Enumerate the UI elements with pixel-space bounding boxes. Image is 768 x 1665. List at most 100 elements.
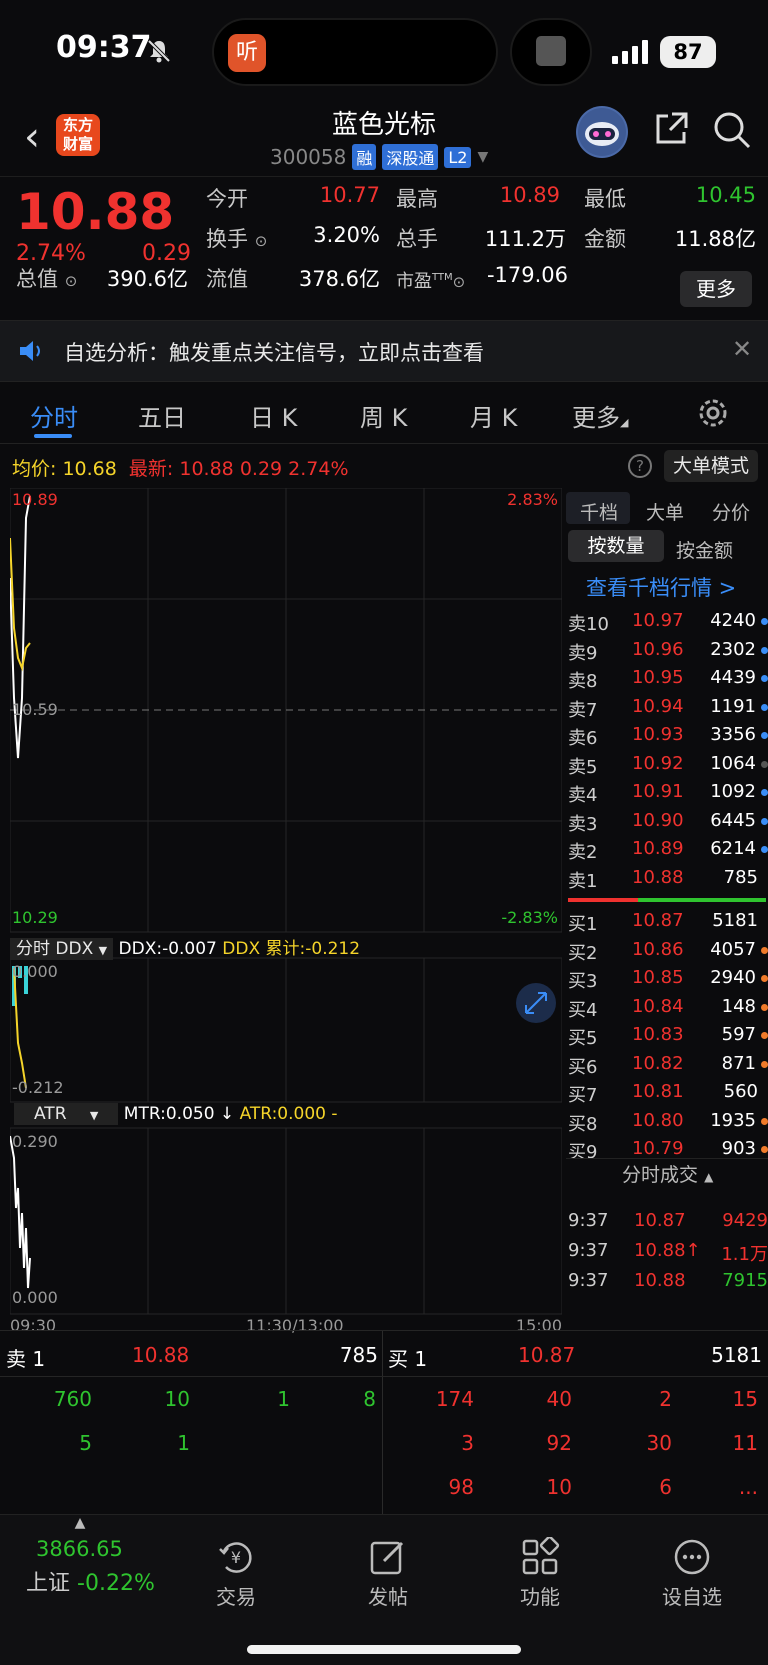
signal-notice-bar[interactable]: 自选分析：触发重点关注信号，立即点击查看 ✕ xyxy=(0,320,768,382)
tab-big-orders[interactable]: 大单 xyxy=(646,498,684,525)
tick-row: 9:37 10.87 9429 xyxy=(568,1206,768,1236)
help-icon[interactable]: ? xyxy=(628,454,652,478)
ask-row[interactable]: 卖1 10.88 785 xyxy=(566,863,768,892)
signal-icon xyxy=(612,40,648,64)
nav-trade[interactable]: ¥ 交易 xyxy=(176,1515,296,1610)
info-icon[interactable]: ⊙ xyxy=(65,272,78,290)
ticks-title[interactable]: 分时成交 ▲ xyxy=(622,1160,713,1187)
queue-order-size: 10 xyxy=(546,1475,572,1499)
nav-functions[interactable]: 功能 xyxy=(480,1515,600,1610)
atr-legend: ATR ▼ MTR:0.050 ↓ ATR:0.000 - xyxy=(14,1103,566,1128)
index-ticker[interactable]: ▲ 3866.65 上证 -0.22% xyxy=(20,1515,170,1596)
ask-price: 10.90 xyxy=(632,809,684,831)
ask-row[interactable]: 卖3 10.90 6445 xyxy=(566,806,768,835)
nav-add-watchlist[interactable]: 设自选 xyxy=(632,1515,752,1610)
media-island[interactable] xyxy=(510,18,592,86)
ask-row[interactable]: 卖8 10.95 4439 xyxy=(566,663,768,692)
dynamic-island[interactable]: 听 xyxy=(212,18,498,86)
intraday-chart[interactable]: 10.89 10.59 10.29 2.83% -2.83% 分时 DDX ▼ … xyxy=(9,487,563,1338)
level1-queue: 卖 1 10.88 785 买 1 10.87 5181 760 10 1 8 5 1 1… xyxy=(0,1330,768,1515)
ask-row[interactable]: 卖2 10.89 6214 xyxy=(566,834,768,863)
caret-up-icon: ▲ xyxy=(74,1515,86,1531)
bid-volume: 2940 xyxy=(710,967,756,988)
big-order-mode-button[interactable]: 大单模式 xyxy=(664,450,758,482)
mcap-label[interactable]: 总值 ⊙ xyxy=(16,263,77,293)
tab-weekly-k[interactable]: 周 K xyxy=(360,398,407,433)
bid1-volume: 5181 xyxy=(711,1343,762,1367)
ask-row[interactable]: 卖5 10.92 1064 xyxy=(566,749,768,778)
volume-label: 总手 xyxy=(396,227,438,251)
info-icon[interactable]: ⊙ xyxy=(453,273,466,291)
bid-row[interactable]: 买2 10.86 4057 xyxy=(566,935,768,964)
ask-price: 10.97 xyxy=(632,610,684,631)
ask-price: 10.89 xyxy=(632,838,684,859)
stock-code-row[interactable]: 300058 融 深股通 L2 ▼ xyxy=(270,144,488,170)
ask-price: 10.96 xyxy=(632,638,684,660)
mtr-value: MTR:0.050 ↓ xyxy=(123,1104,235,1124)
by-volume-toggle[interactable]: 按数量 xyxy=(568,530,664,562)
media-thumbnail xyxy=(536,36,566,66)
bid-price: 10.80 xyxy=(632,1109,684,1131)
bid-row[interactable]: 买8 10.80 1935 xyxy=(566,1106,768,1135)
turnover-label[interactable]: 换手 ⊙ xyxy=(206,223,267,253)
caret-down-icon[interactable]: ▼ xyxy=(477,149,488,165)
gear-icon[interactable] xyxy=(696,396,730,430)
search-icon[interactable] xyxy=(712,110,752,150)
ddx-legend: 分时 DDX ▼ DDX:-0.007 DDX 累计:-0.212 xyxy=(10,934,562,960)
edit-icon xyxy=(370,1541,404,1575)
ask-label: 卖6 xyxy=(568,728,598,749)
bid-label: 买2 xyxy=(568,942,598,964)
assistant-robot-icon[interactable] xyxy=(576,106,628,158)
info-icon[interactable]: ⊙ xyxy=(255,232,268,250)
ask1-price: 10.88 xyxy=(132,1343,190,1367)
index-percent: -0.22% xyxy=(77,1571,155,1596)
bell-muted-icon xyxy=(147,39,171,63)
open-value: 10.77 xyxy=(319,183,380,207)
ask-row[interactable]: 卖4 10.91 1092 xyxy=(566,777,768,806)
amount-label: 金额 xyxy=(584,227,626,251)
ask-row[interactable]: 卖9 10.96 2302 xyxy=(566,635,768,664)
tab-thousand-levels[interactable]: 千档 xyxy=(580,498,618,525)
ask1-volume: 785 xyxy=(339,1343,378,1367)
ask-volume: 4240 xyxy=(710,610,756,631)
bid-row[interactable]: 买5 10.83 597 xyxy=(566,1020,768,1049)
tab-intraday[interactable]: 分时 xyxy=(30,398,78,433)
bid-price: 10.84 xyxy=(632,995,684,1017)
ddx-indicator-select[interactable]: 分时 DDX ▼ xyxy=(10,938,114,960)
ask-volume: 785 xyxy=(723,866,758,888)
avg-latest-line: 均价: 10.68 最新: 10.88 0.29 2.74% xyxy=(12,458,349,480)
bid-row[interactable]: 买1 10.87 5181 xyxy=(566,906,768,935)
ask-label: 卖3 xyxy=(568,813,598,835)
tab-price-distribution[interactable]: 分价 xyxy=(712,498,750,525)
price-axis-mid: 10.59 xyxy=(12,700,58,719)
index-name: 上证 xyxy=(26,1571,71,1596)
tab-five-day[interactable]: 五日 xyxy=(138,398,186,433)
more-quote-button[interactable]: 更多 xyxy=(680,271,752,307)
last-price: 10.88 xyxy=(16,183,175,241)
atr-indicator-select[interactable]: ATR ▼ xyxy=(14,1103,119,1125)
bid-row[interactable]: 买6 10.82 871 xyxy=(566,1049,768,1078)
ask-row[interactable]: 卖6 10.93 3356 xyxy=(566,720,768,749)
float-value: 378.6亿 xyxy=(298,267,380,291)
tab-more[interactable]: 更多◢ xyxy=(572,398,628,433)
bid-row[interactable]: 买3 10.85 2940 xyxy=(566,963,768,992)
by-amount-toggle[interactable]: 按金额 xyxy=(676,536,733,563)
tab-daily-k[interactable]: 日 K xyxy=(250,398,297,433)
order-dot-icon xyxy=(761,975,768,982)
nav-post[interactable]: 发帖 xyxy=(328,1515,448,1610)
ddx-axis-bottom: -0.212 xyxy=(12,1078,64,1097)
notice-text[interactable]: 自选分析：触发重点关注信号，立即点击查看 xyxy=(64,337,484,367)
view-thousand-levels-link[interactable]: 查看千档行情 > xyxy=(586,572,736,602)
ask-row[interactable]: 卖7 10.94 1191 xyxy=(566,692,768,721)
close-icon[interactable]: ✕ xyxy=(732,335,752,363)
ask-row[interactable]: 卖10 10.97 4240 xyxy=(566,606,768,635)
home-indicator[interactable] xyxy=(247,1645,521,1654)
tab-monthly-k[interactable]: 月 K xyxy=(470,398,517,433)
bid-price: 10.86 xyxy=(632,938,684,960)
bid-row[interactable]: 买7 10.81 560 xyxy=(566,1077,768,1106)
share-icon[interactable] xyxy=(652,110,690,148)
pe-label[interactable]: 市盈TTM⊙ xyxy=(396,267,465,293)
order-book-panel: 千档 大单 分价 按数量 按金额 查看千档行情 > 卖10 10.97 4240 卖9… xyxy=(566,490,768,1330)
bid-row[interactable]: 买4 10.84 148 xyxy=(566,992,768,1021)
pct-axis-bottom: -2.83% xyxy=(501,908,558,927)
